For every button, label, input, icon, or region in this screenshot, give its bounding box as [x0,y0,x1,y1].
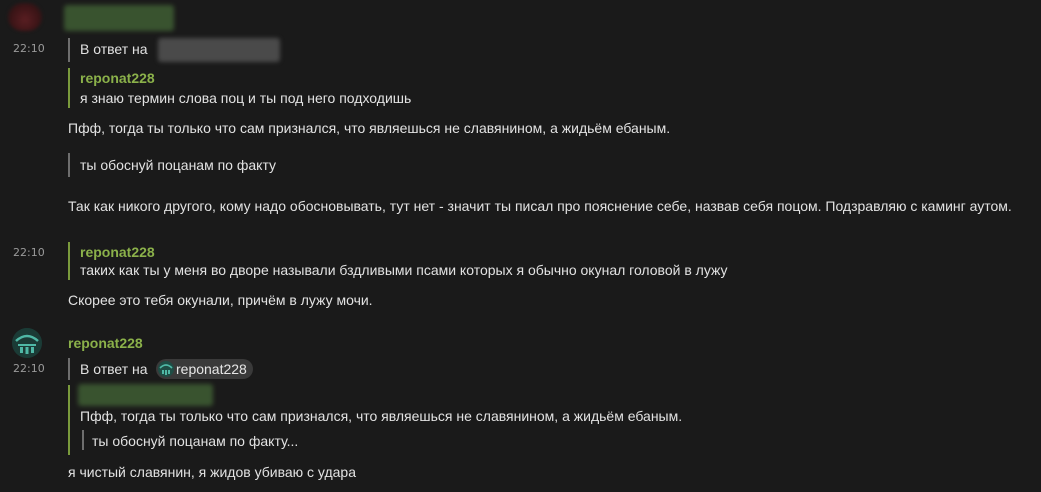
reply-bar [68,38,70,62]
message-text: я чистый славянин, я жидов убиваю с удар… [68,464,356,480]
user-avatar-icon [158,361,174,377]
reply-label: В ответ на [80,41,148,57]
quote-author[interactable]: reponat228 [80,70,155,86]
quote-text: ты обоснуй поцанам по факту [80,157,277,173]
quote-author[interactable]: reponat228 [80,244,155,260]
quote-bar [68,385,70,455]
message-timestamp: 22:10 [13,362,45,375]
chat-log: 22:10 В ответ на reponat228 я знаю терми… [0,0,1041,492]
nested-quote-bar [82,430,84,450]
quote-text: я знаю термин слова поц и ты под него по… [80,90,412,106]
reply-user-pill[interactable]: reponat228 [156,359,253,379]
message-timestamp: 22:10 [13,246,45,259]
quote-text: таких как ты у меня во дворе называли бз… [80,262,728,278]
quote-bar [68,68,70,108]
quote-text: Пфф, тогда ты только что сам признался, … [80,408,683,424]
avatar[interactable] [12,328,42,358]
reply-bar [68,358,70,380]
quote-author-redacted[interactable] [78,384,213,406]
reply-label: В ответ на [80,361,148,377]
quote-bar [68,242,70,280]
author-name-redacted[interactable] [64,5,174,31]
message-text: Пфф, тогда ты только что сам признался, … [68,120,671,136]
reply-target-redacted[interactable] [158,38,280,62]
author-name[interactable]: reponat228 [68,335,143,351]
message-timestamp: 22:10 [13,42,45,55]
quote-bar [68,153,70,177]
message-text: Так как никого другого, кому надо обосно… [68,198,1012,214]
nested-quote-text: ты обоснуй поцанам по факту... [92,433,299,449]
message-text: Скорее это тебя окунали, причём в лужу м… [68,292,373,308]
reply-user-name: reponat228 [176,361,247,377]
avatar[interactable] [8,3,42,31]
